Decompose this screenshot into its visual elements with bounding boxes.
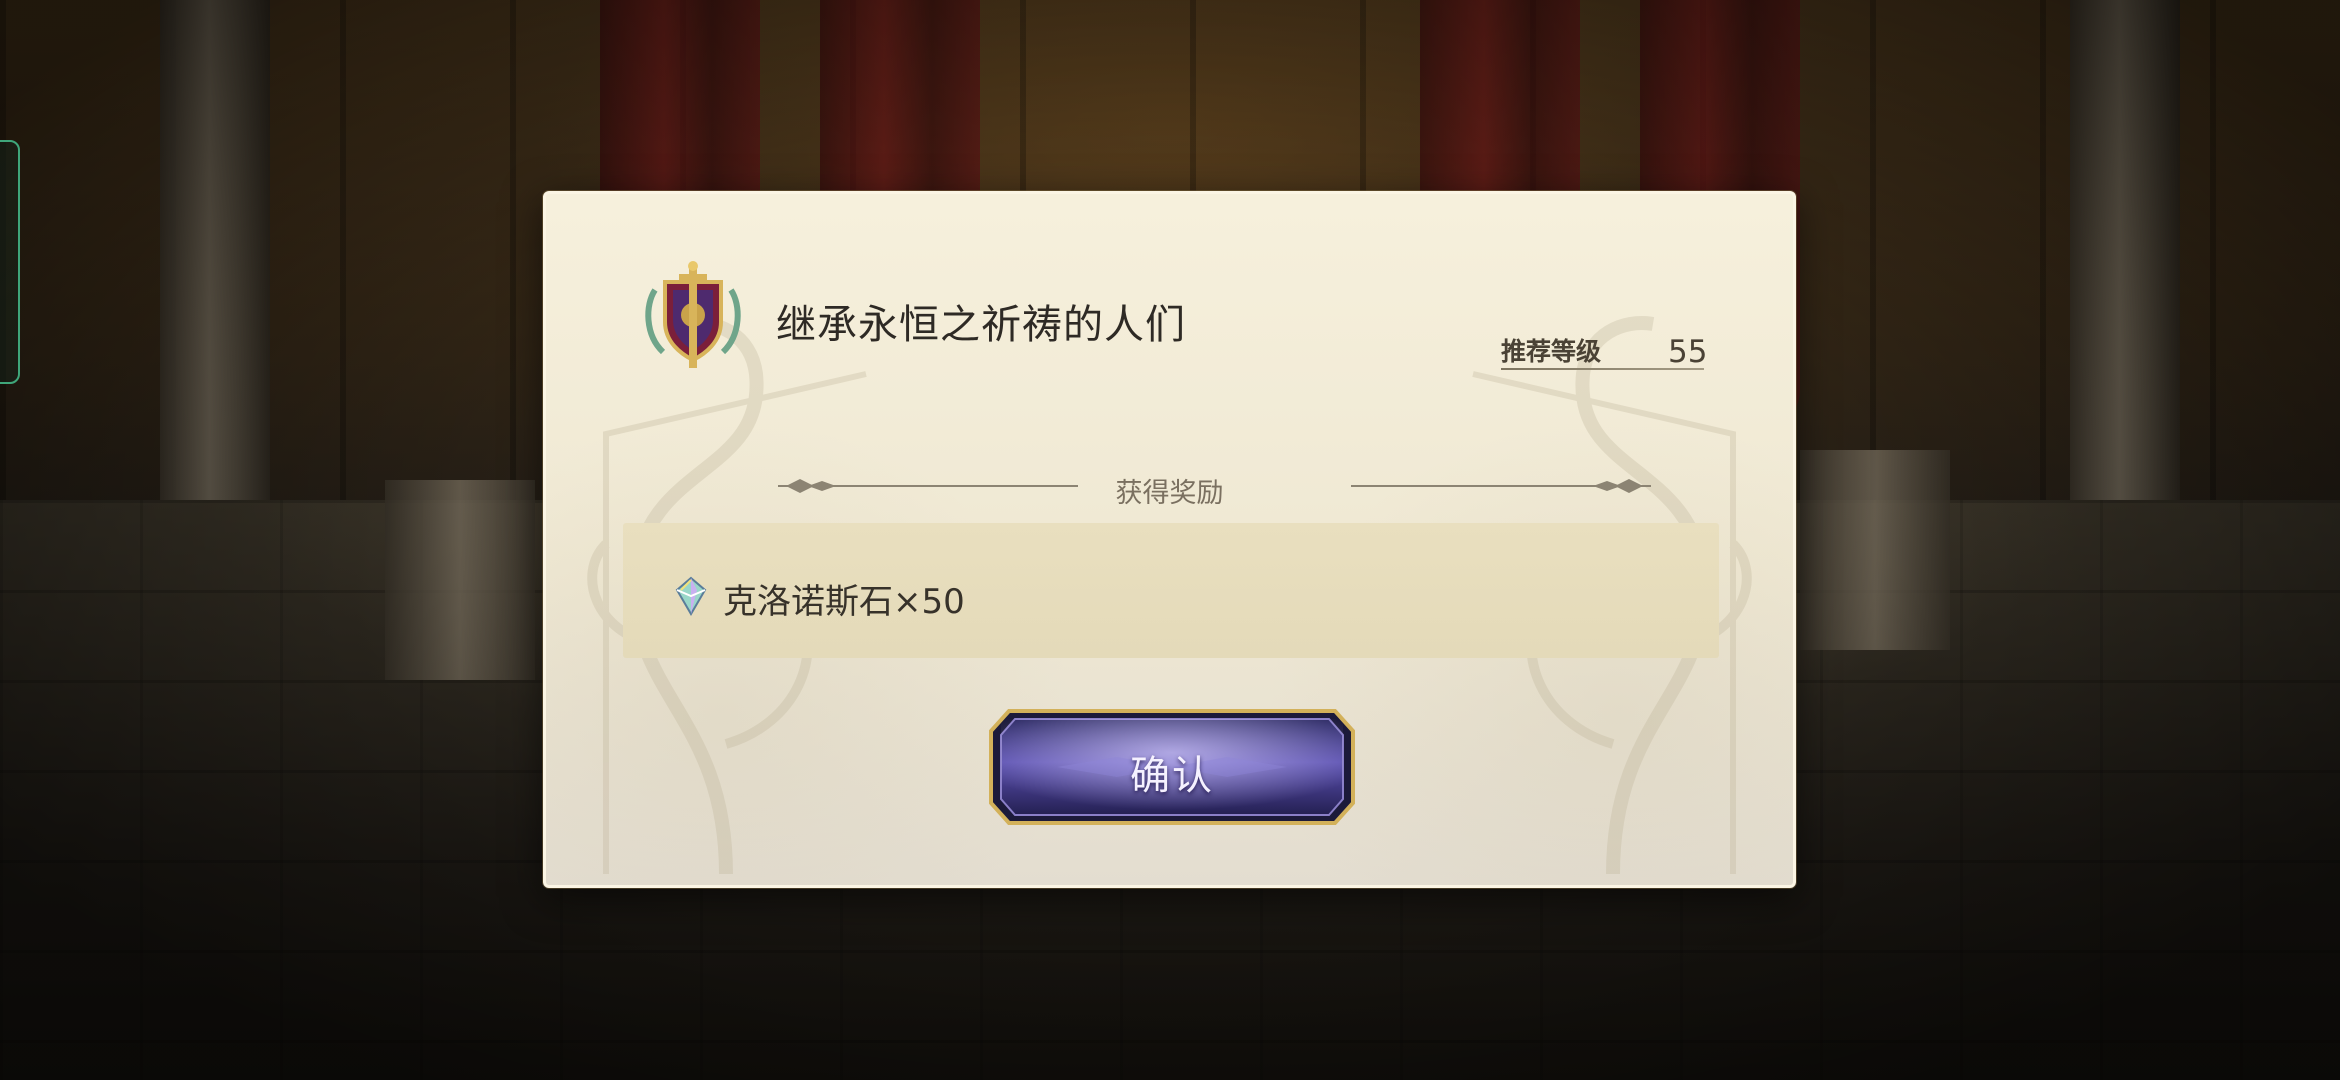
- quest-shield-emblem-icon: [645, 261, 741, 368]
- chronos-stone-gem-icon: [675, 576, 707, 616]
- reward-item-text: 克洛诺斯石×50: [723, 582, 965, 622]
- recommended-level-value: 55: [1668, 334, 1708, 370]
- recommended-level-underline: [1501, 368, 1704, 370]
- confirm-button-label: 确认: [1130, 753, 1214, 799]
- confirm-button[interactable]: 确认: [987, 707, 1357, 827]
- recommended-level-label: 推荐等级: [1501, 337, 1602, 366]
- reward-list: 克洛诺斯石×50: [623, 523, 1719, 658]
- side-drawer-tab[interactable]: [0, 140, 20, 384]
- section-divider-right: [1351, 479, 1651, 493]
- reward-dialog: 继承永恒之祈祷的人们 推荐等级 55 获得奖励 克洛诺斯石×50 确认: [543, 191, 1796, 888]
- quest-title: 继承永恒之祈祷的人们: [776, 302, 1186, 348]
